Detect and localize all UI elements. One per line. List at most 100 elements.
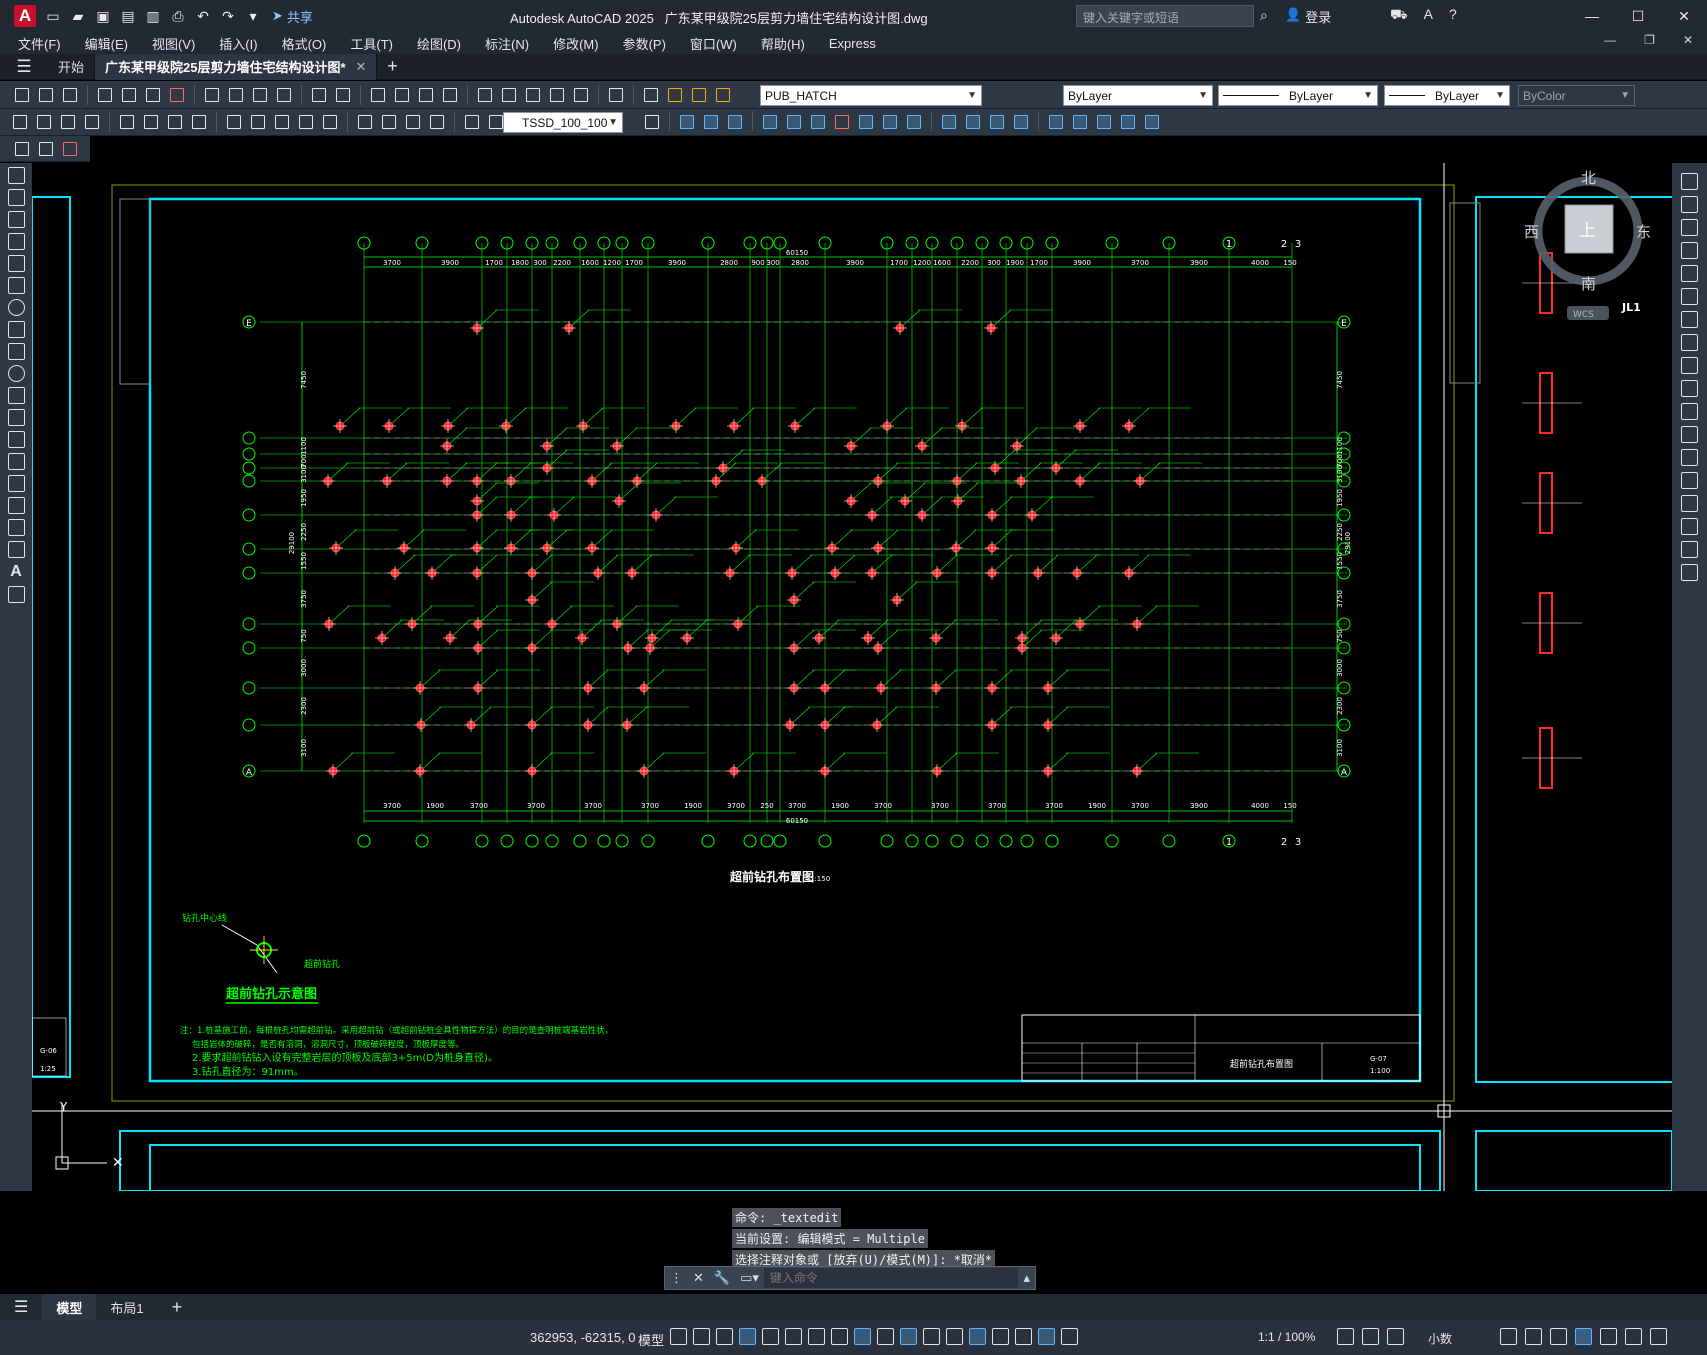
selection-cycling-icon[interactable] (923, 1328, 940, 1345)
doc-close-icon[interactable]: ✕ (1683, 33, 1693, 47)
layer-properties-icon[interactable] (640, 84, 662, 106)
workspace-gear-icon[interactable] (1337, 1328, 1354, 1345)
table-icon[interactable] (7, 541, 25, 558)
tab-start[interactable]: 开始 (48, 53, 96, 80)
mirror-icon[interactable] (783, 111, 805, 133)
rectangle-icon[interactable] (7, 255, 25, 272)
dynamic-ucs-icon[interactable] (969, 1328, 986, 1345)
annotation-monitor-icon[interactable] (1362, 1328, 1379, 1345)
chamfer-palette-icon[interactable] (1681, 495, 1698, 512)
annotation-scale[interactable]: 1:1 / 100% (1258, 1330, 1315, 1344)
open-icon[interactable] (35, 84, 57, 106)
view-left-icon[interactable] (724, 111, 746, 133)
hatch-icon[interactable] (7, 475, 25, 492)
extend-palette-icon[interactable] (1681, 403, 1698, 420)
command-recent-icon[interactable]: ▭▾ (740, 1270, 759, 1286)
offset-palette-icon[interactable] (1681, 242, 1698, 259)
break-icon[interactable] (1010, 111, 1032, 133)
publish-tb-icon[interactable] (142, 84, 164, 106)
trim-palette-icon[interactable] (1681, 380, 1698, 397)
move-palette-icon[interactable] (1681, 288, 1698, 305)
point-icon[interactable] (7, 453, 25, 470)
ellipse-arc-icon[interactable] (7, 387, 25, 404)
doc-restore-icon[interactable]: ❐ (1644, 33, 1655, 47)
save-icon[interactable]: ▣ (94, 7, 112, 25)
redo-tb-icon[interactable] (332, 84, 354, 106)
minimize-icon[interactable]: — (1569, 0, 1615, 32)
doc-minimize-icon[interactable]: — (1604, 33, 1616, 47)
menu-insert[interactable]: 插入(I) (219, 34, 257, 53)
explode-palette-icon[interactable] (1681, 564, 1698, 581)
move-icon[interactable] (855, 111, 877, 133)
quick-dim-icon[interactable] (223, 111, 245, 133)
layer-dropdown[interactable]: PUB_HATCH ▼ (760, 85, 982, 106)
publish-icon[interactable]: ▥ (144, 7, 162, 25)
erase-palette-icon[interactable] (1681, 173, 1698, 190)
search-icon[interactable]: ⌕ (1260, 7, 1268, 24)
array-palette-icon[interactable] (1681, 265, 1698, 282)
mirror-palette-icon[interactable] (1681, 219, 1698, 236)
snap-icon[interactable] (693, 1328, 710, 1345)
annotation-visibility-icon[interactable] (1038, 1328, 1055, 1345)
circle-icon[interactable] (7, 299, 25, 316)
autocad-logo-icon[interactable]: A (14, 5, 36, 27)
calculator-icon[interactable] (570, 84, 592, 106)
ellipse-icon[interactable] (7, 365, 25, 382)
blend-palette-icon[interactable] (1681, 541, 1698, 558)
erase-icon[interactable] (831, 111, 853, 133)
zoom-previous-icon[interactable] (439, 84, 461, 106)
stretch-icon[interactable] (938, 111, 960, 133)
rotate-palette-icon[interactable] (1681, 311, 1698, 328)
polyline-icon[interactable] (7, 211, 25, 228)
tool-palettes-icon[interactable] (522, 84, 544, 106)
tolerance-icon[interactable] (354, 111, 376, 133)
properties-icon[interactable] (474, 84, 496, 106)
join-icon[interactable] (1045, 111, 1067, 133)
dim-break-icon[interactable] (319, 111, 341, 133)
customize-dropdown-icon[interactable]: ▾ (244, 7, 262, 25)
cut-icon[interactable] (201, 84, 223, 106)
redo-icon[interactable]: ↷ (219, 7, 237, 25)
dim-angular-icon[interactable] (188, 111, 210, 133)
plotstyle-dropdown[interactable]: ByColor ▼ (1518, 85, 1635, 106)
maximize-icon[interactable]: ☐ (1615, 0, 1661, 32)
new-file-icon[interactable]: ▭ (44, 7, 62, 25)
viewcube-south[interactable]: 南 (1581, 275, 1596, 293)
revision-cloud-icon[interactable] (7, 321, 25, 338)
match-properties-icon[interactable] (273, 84, 295, 106)
clean-screen-icon[interactable] (1600, 1328, 1617, 1345)
sheet-set-icon[interactable] (546, 84, 568, 106)
stretch-palette-icon[interactable] (1681, 357, 1698, 374)
scale-icon[interactable] (903, 111, 925, 133)
cursor-coordinates[interactable]: 362953, -62315, 0 (530, 1330, 636, 1345)
dim-jogged-icon[interactable] (140, 111, 162, 133)
menu-view[interactable]: 视图(V) (152, 34, 195, 53)
jogged-linear-icon[interactable] (426, 111, 448, 133)
menu-modify[interactable]: 修改(M) (553, 34, 599, 53)
quick-properties-icon[interactable] (1500, 1328, 1517, 1345)
dim-baseline-icon[interactable] (247, 111, 269, 133)
tab-close-icon[interactable]: ✕ (356, 59, 367, 75)
pdf-icon[interactable] (166, 84, 188, 106)
copy-object-icon[interactable] (759, 111, 781, 133)
zoom-realtime-icon[interactable] (391, 84, 413, 106)
zoom-window-icon[interactable] (415, 84, 437, 106)
add-layout-icon[interactable]: + (158, 1294, 197, 1320)
dim-linear-icon[interactable] (9, 111, 31, 133)
insert-block-palette-icon[interactable] (7, 409, 25, 426)
dim-arc-icon[interactable] (57, 111, 79, 133)
command-history-toggle-icon[interactable]: ▴ (1023, 1270, 1030, 1286)
join-palette-icon[interactable] (1681, 472, 1698, 489)
units-icon[interactable] (1387, 1328, 1404, 1345)
help-tb-icon[interactable] (605, 84, 627, 106)
tab-active-drawing[interactable]: 广东某甲级院25层剪力墙住宅结构设计图* ✕ (95, 53, 378, 80)
gizmo-icon[interactable] (1015, 1328, 1032, 1345)
dim-radius-icon[interactable] (116, 111, 138, 133)
extend-icon[interactable] (986, 111, 1008, 133)
object-snap-icon[interactable] (854, 1328, 871, 1345)
command-close-icon[interactable]: ✕ (693, 1270, 704, 1286)
view-front-icon[interactable] (676, 111, 698, 133)
dim-style-icon[interactable] (641, 111, 663, 133)
menu-help[interactable]: 帮助(H) (761, 34, 805, 53)
break-palette-icon[interactable] (1681, 449, 1698, 466)
